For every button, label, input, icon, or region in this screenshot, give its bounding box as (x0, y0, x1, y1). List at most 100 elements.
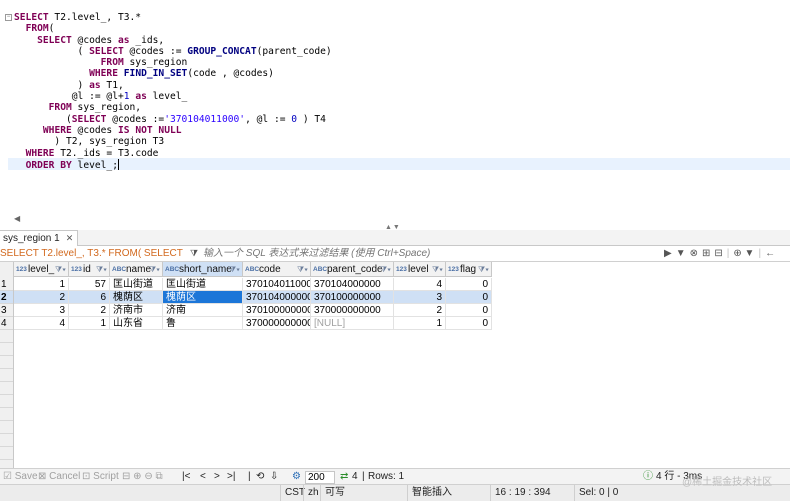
column-type-icon: 123 (16, 266, 27, 273)
table-cell-name[interactable]: 槐荫区 (110, 291, 163, 304)
table-cell-level-num[interactable]: 2 (394, 304, 446, 317)
edit-row-tools[interactable]: ⊟ ⊕ ⊖ ⧉ (122, 469, 163, 485)
table-cell-name[interactable]: 山东省 (110, 317, 163, 330)
column-filter-icon[interactable]: ⧩▾ (55, 262, 66, 276)
sql-token: ( (48, 23, 55, 35)
table-cell-short-name[interactable]: 济南 (163, 304, 243, 317)
writable-status: 可写 (320, 485, 345, 501)
table-cell-level-num[interactable]: 4 (394, 278, 446, 291)
column-type-icon: ABC (165, 266, 180, 273)
fetch-size-input[interactable] (305, 471, 335, 484)
table-cell-parent-code[interactable]: 370104000000 (311, 278, 394, 291)
column-header-flag[interactable]: 123 flag ⧩▾ (446, 262, 492, 277)
table-cell-short-name[interactable]: 鲁 (163, 317, 243, 330)
column-filter-icon[interactable]: ⧩▾ (297, 262, 308, 276)
table-cell-parent-code[interactable]: [NULL] (311, 317, 394, 330)
nav-prev-icon[interactable]: < (200, 469, 206, 485)
results-grid[interactable]: 123 level_ ⧩▾ 123 id ⧩▾ ABC name ⧩▾ ABC short_name… (0, 262, 790, 468)
script-label: Script (93, 471, 119, 482)
table-cell-short-name[interactable]: 匡山街道 (163, 278, 243, 291)
close-icon[interactable]: ✕ (66, 233, 74, 243)
editor-horizontal-scrollbar[interactable]: ◀ (0, 214, 790, 224)
table-cell-level[interactable]: 1 (14, 278, 69, 291)
column-filter-icon[interactable]: ⧩▾ (229, 262, 240, 276)
selection-status: Sel: 0 | 0 (574, 485, 618, 501)
filter-input[interactable] (203, 246, 663, 261)
toolbar-divider: | (726, 248, 730, 259)
table-cell-name[interactable]: 匡山街道 (110, 278, 163, 291)
row-number[interactable]: 3 (0, 304, 13, 317)
empty-row-slot (0, 408, 13, 421)
table-cell-level[interactable]: 4 (14, 317, 69, 330)
table-cell-id[interactable]: 6 (69, 291, 110, 304)
script-button[interactable]: ⊡ Script (82, 469, 119, 485)
table-cell-id[interactable]: 1 (69, 317, 110, 330)
table-cell-flag[interactable]: 0 (446, 278, 492, 291)
table-cell-code[interactable]: 370104011000 (243, 278, 311, 291)
cancel-button[interactable]: ⊠ Cancel (38, 469, 80, 485)
empty-row-slot (0, 395, 13, 408)
table-cell-parent-code[interactable]: 370000000000 (311, 304, 394, 317)
row-number[interactable]: 4 (0, 317, 13, 330)
nav-last-icon[interactable]: >| (227, 469, 235, 485)
table-cell-code[interactable]: 370100000000 (243, 304, 311, 317)
column-filter-icon[interactable]: ⧩▾ (96, 262, 107, 276)
table-cell-name[interactable]: 济南市 (110, 304, 163, 317)
fold-collapse-icon[interactable]: − (5, 14, 12, 21)
export-icon[interactable]: ⇩ (270, 469, 278, 485)
sql-token: @codes := (106, 113, 165, 125)
filter-tool-icon[interactable]: ⊗ (690, 248, 698, 259)
filter-tool-icon[interactable]: ⊟ (714, 248, 722, 259)
filter-tool-icon[interactable]: ⊞ (702, 248, 710, 259)
table-cell-level-num[interactable]: 3 (394, 291, 446, 304)
column-filter-icon[interactable]: ⧩▾ (149, 262, 160, 276)
filter-tool-icon[interactable]: ▶ (664, 248, 672, 259)
save-button[interactable]: ☑ Save (3, 469, 38, 485)
table-cell-flag[interactable]: 0 (446, 304, 492, 317)
empty-row-slot (0, 330, 13, 343)
column-filter-icon[interactable]: ⧩▾ (380, 262, 391, 276)
sql-code[interactable]: SELECT T2.level_, T3.* FROM( SELECT @cod… (14, 12, 332, 171)
filter-tool-icon[interactable]: ▼ (676, 248, 686, 259)
filter-icon[interactable]: ⧩ (190, 248, 200, 258)
column-name: flag (460, 264, 477, 275)
table-cell-level[interactable]: 3 (14, 304, 69, 317)
sql-token: sys_region (123, 57, 188, 69)
table-cell-short-name[interactable]: 槐荫区 (163, 291, 243, 304)
sql-token: SELECT (89, 45, 124, 57)
refresh-icon[interactable]: ⟲ (256, 469, 264, 485)
row-number[interactable]: 2 (0, 291, 13, 304)
column-filter-icon[interactable]: ⧩▾ (432, 262, 443, 276)
column-header-short-name[interactable]: ABC short_name ⧩▾ (163, 262, 243, 277)
table-cell-level[interactable]: 2 (14, 291, 69, 304)
column-filter-icon[interactable]: ⧩▾ (478, 262, 489, 276)
column-header-name[interactable]: ABC name ⧩▾ (110, 262, 163, 277)
table-cell-code[interactable]: 370000000000 (243, 317, 311, 330)
scroll-left-arrow-icon[interactable]: ◀ (14, 214, 20, 223)
column-header-code[interactable]: ABC code ⧩▾ (243, 262, 311, 277)
table-cell-flag[interactable]: 0 (446, 291, 492, 304)
table-cell-parent-code[interactable]: 370100000000 (311, 291, 394, 304)
table-cell-level-num[interactable]: 1 (394, 317, 446, 330)
sql-editor[interactable]: − SELECT T2.level_, T3.* FROM( SELECT @c… (0, 0, 790, 212)
column-header-level[interactable]: 123 level_ ⧩▾ (14, 262, 69, 277)
row-number[interactable]: 1 (0, 278, 13, 291)
fetch-all-icon[interactable]: ⇄ (340, 469, 348, 485)
column-header-level-num[interactable]: 123 level ⧩▾ (394, 262, 446, 277)
filter-tool-icon[interactable]: ⊕ ▼ (733, 248, 754, 259)
table-cell-flag[interactable]: 0 (446, 317, 492, 330)
nav-next-icon[interactable]: > (214, 469, 220, 485)
table-cell-id[interactable]: 2 (69, 304, 110, 317)
column-header-parent-code[interactable]: ABC parent_code ⧩▾ (311, 262, 394, 277)
table-cell-id[interactable]: 57 (69, 278, 110, 291)
table-cell-code[interactable]: 370104000000 (243, 291, 311, 304)
tab-sys-region-1[interactable]: sys_region 1 ✕ (0, 230, 79, 246)
column-header-id[interactable]: 123 id ⧩▾ (69, 262, 110, 277)
toolbar-divider: | (248, 471, 251, 482)
toolbar-divider: | (758, 248, 762, 259)
empty-row-slot (0, 382, 13, 395)
nav-first-icon[interactable]: |< (182, 469, 190, 485)
